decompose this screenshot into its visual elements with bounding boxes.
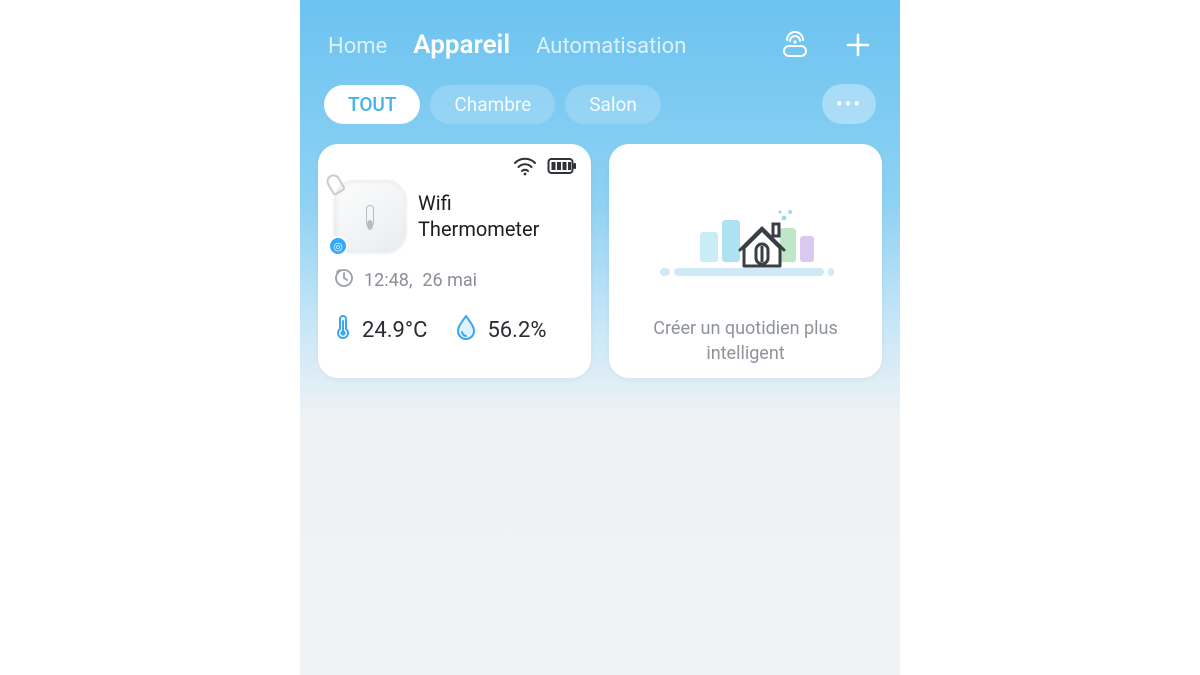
- filter-pill-salon[interactable]: Salon: [565, 85, 661, 124]
- device-header: ◎ Wifi Thermometer: [334, 180, 575, 252]
- metrics-row: 24.9°C 56.2%: [334, 313, 575, 347]
- device-name: Wifi Thermometer: [418, 190, 539, 242]
- add-icon[interactable]: [844, 31, 872, 59]
- filter-pill-chambre[interactable]: Chambre: [430, 85, 555, 124]
- room-filter-row: TOUT Chambre Salon •••: [300, 68, 900, 144]
- device-card[interactable]: ◎ Wifi Thermometer 12:48, 26 mai: [318, 144, 591, 378]
- last-update-row: 12:48, 26 mai: [334, 268, 575, 293]
- last-update-time: 12:48,: [364, 270, 412, 291]
- device-image: ◎: [334, 180, 406, 252]
- device-name-line2: Thermometer: [418, 216, 539, 242]
- tab-appareil[interactable]: Appareil: [413, 30, 510, 60]
- top-tabs: Home Appareil Automatisation: [328, 30, 762, 60]
- temperature-icon: [334, 313, 352, 347]
- tab-home[interactable]: Home: [328, 34, 387, 59]
- battery-icon: [547, 157, 577, 179]
- header-actions: [778, 30, 872, 60]
- humidity-value: 56.2%: [487, 318, 546, 343]
- clock-icon: [334, 268, 354, 293]
- device-status-icons: [513, 156, 577, 180]
- temperature-metric: 24.9°C: [334, 313, 427, 347]
- smart-home-illustration-icon: [656, 174, 836, 292]
- filter-pill-tout[interactable]: TOUT: [324, 85, 420, 124]
- promo-card[interactable]: Créer un quotidien plus intelligent: [609, 144, 882, 378]
- humidity-metric: 56.2%: [455, 314, 546, 346]
- wifi-icon: [513, 156, 537, 180]
- alexa-badge-icon: ◎: [328, 236, 348, 256]
- humidity-icon: [455, 314, 477, 346]
- app-screen: Home Appareil Automatisation TOU: [300, 0, 900, 675]
- header: Home Appareil Automatisation: [300, 18, 900, 68]
- device-name-line1: Wifi: [418, 190, 539, 216]
- hub-icon[interactable]: [778, 30, 812, 60]
- promo-text: Créer un quotidien plus intelligent: [625, 316, 866, 366]
- last-update-date: 26 mai: [422, 270, 477, 291]
- temperature-value: 24.9°C: [362, 318, 427, 343]
- thermometer-icon: [366, 205, 374, 227]
- cards-grid: ◎ Wifi Thermometer 12:48, 26 mai: [300, 144, 900, 378]
- more-rooms-button[interactable]: •••: [822, 84, 876, 124]
- tab-automatisation[interactable]: Automatisation: [536, 34, 686, 59]
